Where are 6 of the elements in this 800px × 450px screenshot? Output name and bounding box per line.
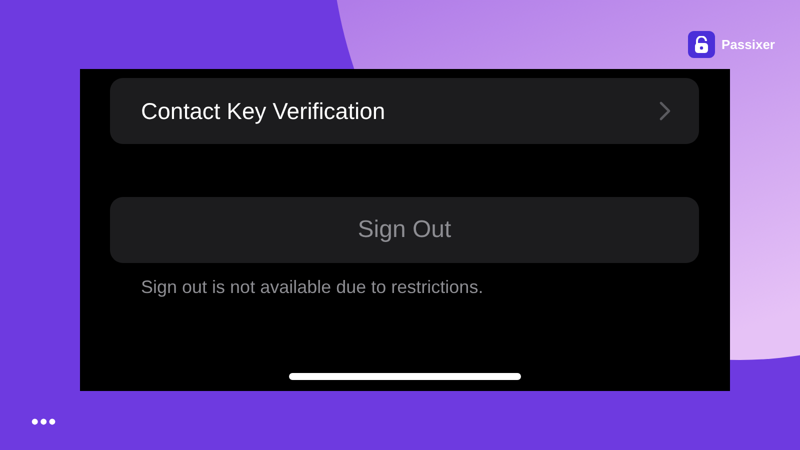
more-menu[interactable]: ••• — [31, 412, 58, 432]
restriction-note: Sign out is not available due to restrictions. — [141, 277, 484, 298]
padlock-icon — [688, 31, 714, 58]
chevron-icon — [659, 101, 671, 121]
brand-name: Passixer — [722, 36, 775, 54]
settings-row[interactable]: Contact Key Verification — [110, 78, 699, 144]
